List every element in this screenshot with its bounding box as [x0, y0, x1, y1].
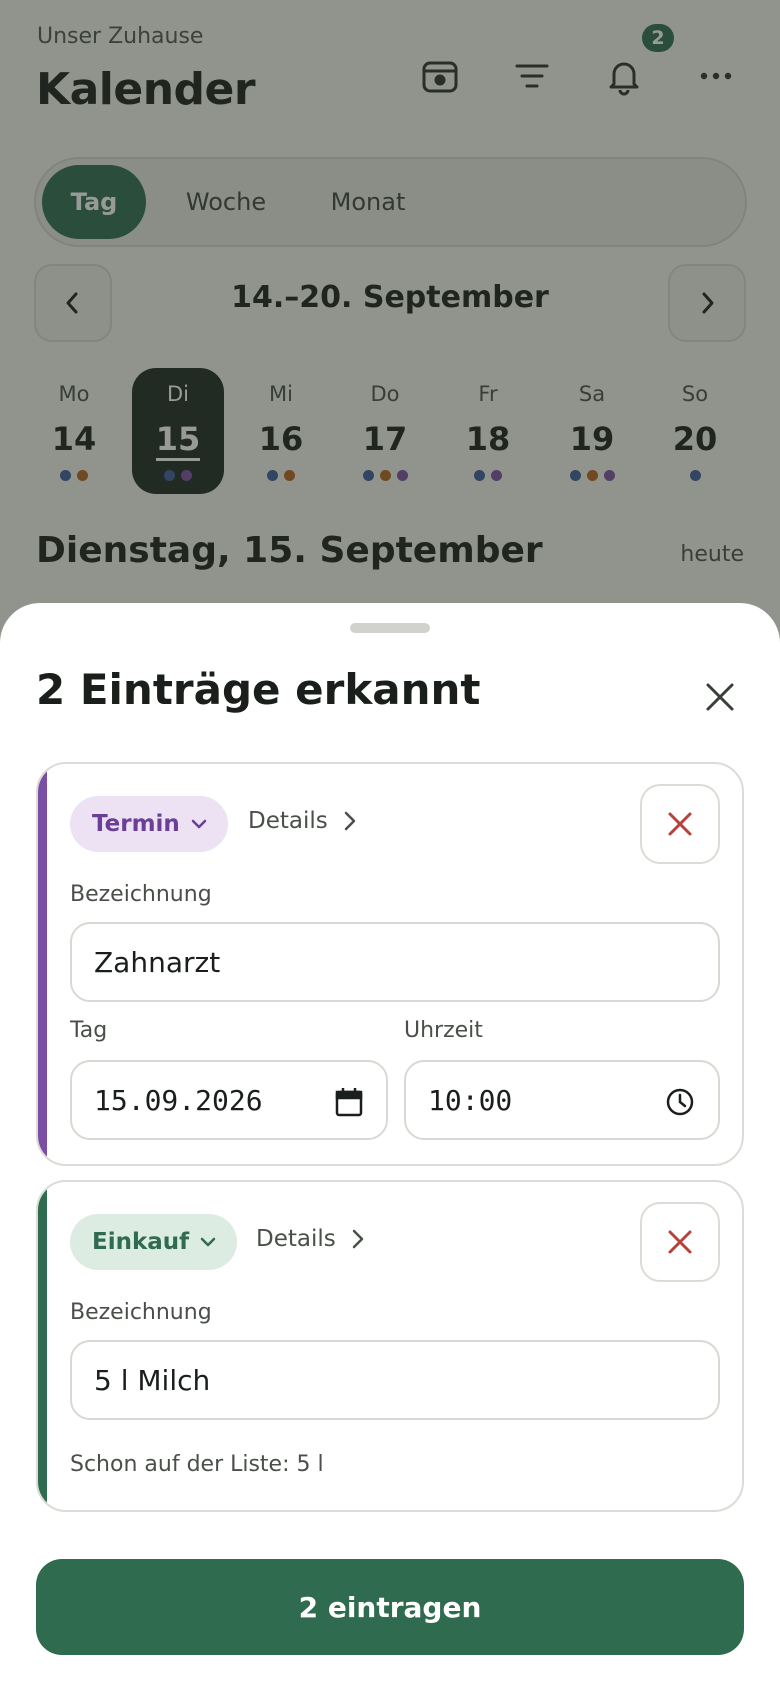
entry-card-einkauf: Einkauf Details Bezeichnung 5 l Milch Sc… [36, 1180, 744, 1512]
chevron-right-icon [352, 1229, 363, 1249]
close-icon [706, 683, 734, 711]
entry-type-label: Termin [92, 811, 180, 837]
details-link[interactable]: Details [256, 1226, 366, 1252]
entry-type-dropdown[interactable]: Termin [70, 796, 228, 852]
calendar-icon[interactable] [334, 1086, 364, 1118]
entry-type-label: Einkauf [92, 1229, 190, 1255]
chevron-right-icon [344, 811, 355, 831]
time-label: Uhrzeit [404, 1018, 483, 1043]
bottom-sheet: 2 Einträge erkannt Termin Details Bezeic… [0, 603, 780, 1688]
close-icon [668, 812, 692, 836]
name-input[interactable]: 5 l Milch [70, 1340, 720, 1420]
details-label: Details [248, 808, 328, 834]
day-label: Tag [70, 1018, 108, 1043]
entry-type-dropdown[interactable]: Einkauf [70, 1214, 238, 1270]
entry-accent-bar [38, 1182, 47, 1510]
name-label: Bezeichnung [70, 882, 212, 907]
chevron-down-icon [200, 1237, 216, 1247]
name-input-value: 5 l Milch [94, 1363, 211, 1397]
close-button[interactable] [692, 669, 748, 725]
sheet-handle[interactable] [350, 623, 430, 633]
name-input[interactable]: Zahnarzt [70, 922, 720, 1002]
clock-icon[interactable] [664, 1086, 696, 1118]
chevron-down-icon [191, 819, 207, 829]
name-input-value: Zahnarzt [94, 945, 221, 979]
details-link[interactable]: Details [248, 808, 358, 834]
submit-entries-button[interactable]: 2 eintragen [36, 1559, 744, 1655]
entry-accent-bar [38, 764, 47, 1164]
sheet-title: 2 Einträge erkannt [36, 665, 481, 714]
name-label: Bezeichnung [70, 1300, 212, 1325]
entry-card-termin: Termin Details Bezeichnung Zahnarzt Tag … [36, 762, 744, 1166]
already-on-list-hint: Schon auf der Liste: 5 l [70, 1452, 324, 1477]
remove-entry-button[interactable] [640, 1202, 720, 1282]
details-label: Details [256, 1226, 336, 1252]
time-input[interactable]: 10:00 [404, 1060, 720, 1140]
close-icon [668, 1230, 692, 1254]
time-input-value: 10:00 [428, 1083, 513, 1117]
date-input[interactable]: 15.09.2026 [70, 1060, 388, 1140]
date-input-value: 15.09.2026 [94, 1083, 263, 1117]
remove-entry-button[interactable] [640, 784, 720, 864]
